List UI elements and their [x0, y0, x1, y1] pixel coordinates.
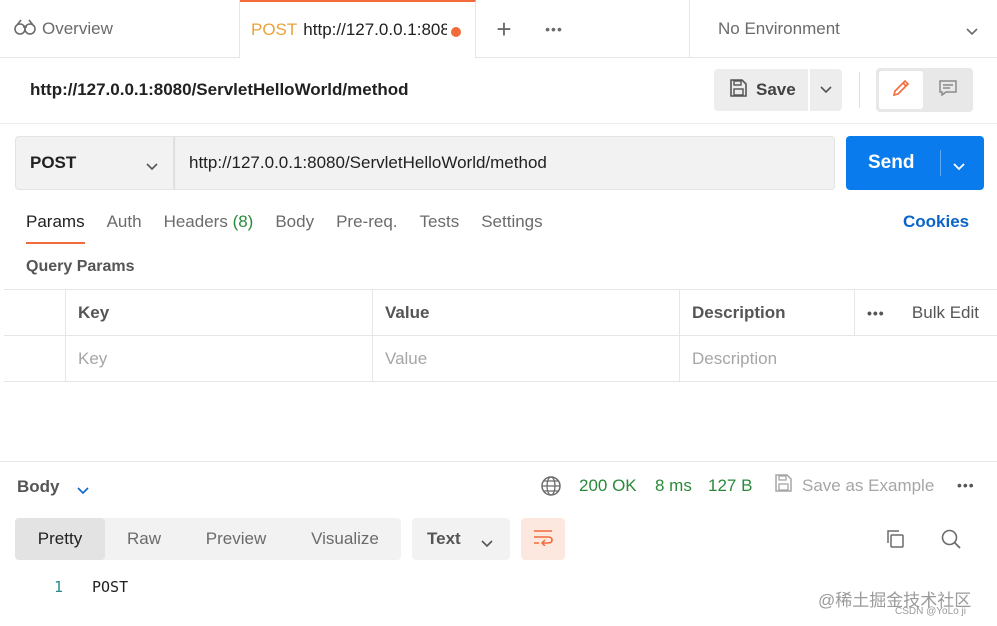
comment-mode-button[interactable] — [926, 71, 970, 109]
chevron-down-icon — [965, 22, 979, 42]
checkbox-column-header — [4, 290, 65, 336]
chevron-down-icon — [145, 157, 159, 177]
method-select[interactable]: POST — [15, 136, 174, 190]
tab-tests[interactable]: Tests — [420, 212, 460, 242]
wrap-lines-button[interactable] — [521, 518, 565, 560]
request-title[interactable]: http://127.0.0.1:8080/ServletHelloWorld/… — [30, 80, 409, 100]
url-input[interactable] — [174, 136, 835, 190]
save-label: Save — [756, 80, 796, 99]
copy-icon[interactable] — [884, 528, 906, 555]
bulk-edit-button[interactable]: Bulk Edit — [912, 303, 979, 323]
chevron-down-icon — [819, 80, 833, 100]
divider — [940, 150, 941, 176]
tab-body-label: Body — [275, 212, 315, 231]
view-raw[interactable]: Raw — [105, 518, 183, 560]
comment-icon — [938, 78, 958, 103]
view-pretty[interactable]: Pretty — [15, 518, 105, 560]
tab-url: http://127.0.0.1:8080/ServletHelloWorld/… — [303, 20, 448, 39]
status-code[interactable]: 200 OK — [579, 476, 637, 496]
tab-more-button[interactable]: ••• — [534, 12, 574, 46]
save-button[interactable]: Save — [714, 69, 808, 111]
mode-toggle — [876, 68, 973, 112]
tab-settings-label: Settings — [481, 212, 543, 231]
response-more-button[interactable]: ••• — [957, 477, 975, 493]
save-as-example-button[interactable]: Save as Example — [773, 473, 934, 498]
table-header-row: Key Value Description ••• Bulk Edit — [4, 290, 997, 336]
tab-settings[interactable]: Settings — [481, 212, 542, 242]
tab-headers-label: Headers — [163, 212, 228, 231]
divider — [859, 72, 860, 108]
row-checkbox-cell — [4, 336, 65, 382]
response-size[interactable]: 127 B — [708, 476, 752, 496]
environment-label: No Environment — [718, 19, 840, 38]
overview-icon — [14, 18, 42, 41]
save-as-example-label: Save as Example — [802, 475, 935, 495]
tab-request-active[interactable]: POST http://127.0.0.1:8080/ServletHelloW… — [240, 0, 476, 58]
line-number: 1 — [54, 578, 64, 596]
response-body-label[interactable]: Body — [17, 477, 60, 497]
cookies-link[interactable]: Cookies — [903, 212, 969, 232]
tab-auth[interactable]: Auth — [107, 212, 142, 242]
search-icon[interactable] — [940, 528, 962, 555]
tab-overview-label: Overview — [42, 19, 113, 38]
tab-tests-label: Tests — [419, 212, 460, 231]
tab-body[interactable]: Body — [275, 212, 314, 242]
environment-select[interactable]: No Environment — [689, 0, 997, 58]
query-params-title: Query Params — [26, 258, 135, 275]
tab-auth-label: Auth — [106, 212, 142, 231]
response-header: Body 200 OK 8 ms 127 B Save as Example •… — [0, 461, 997, 507]
code-line: POST — [92, 578, 129, 596]
tab-bar: Overview POST http://127.0.0.1:8080/Serv… — [0, 0, 997, 58]
tab-params[interactable]: Params — [26, 212, 85, 244]
value-input[interactable]: Value — [372, 336, 679, 382]
tab-pre-request-label: Pre-req. — [336, 212, 398, 231]
chevron-down-icon — [480, 534, 494, 554]
tab-overview[interactable]: Overview — [0, 0, 240, 58]
save-icon — [773, 473, 802, 498]
column-header-key: Key — [65, 290, 372, 336]
row-spacer — [854, 336, 997, 382]
response-view-tabs: Pretty Raw Preview Visualize — [15, 518, 401, 560]
column-header-description: Description — [679, 290, 854, 336]
description-input[interactable]: Description — [679, 336, 854, 382]
unsaved-dot-icon — [451, 27, 461, 37]
params-table: Key Value Description ••• Bulk Edit Key … — [4, 289, 997, 382]
wrap-lines-icon — [532, 528, 554, 551]
response-time[interactable]: 8 ms — [655, 476, 692, 496]
format-select[interactable]: Text — [412, 518, 510, 560]
chevron-down-icon[interactable] — [952, 156, 966, 178]
globe-icon[interactable] — [540, 475, 562, 502]
column-header-value: Value — [372, 290, 679, 336]
table-actions: ••• Bulk Edit — [854, 290, 997, 336]
tab-method: POST — [251, 20, 298, 39]
tab-pre-request[interactable]: Pre-req. — [336, 212, 397, 242]
edit-mode-button[interactable] — [879, 71, 923, 109]
chevron-down-icon[interactable] — [76, 481, 90, 501]
request-tabs: Params Auth Headers (8) Body Pre-req. Te… — [26, 212, 565, 244]
table-row: Key Value Description — [4, 336, 997, 382]
more-options-button[interactable]: ••• — [867, 305, 885, 321]
send-button[interactable]: Send — [846, 136, 984, 190]
pencil-icon — [891, 78, 911, 103]
key-input[interactable]: Key — [65, 336, 372, 382]
request-title-row: http://127.0.0.1:8080/ServletHelloWorld/… — [0, 58, 997, 124]
tab-headers[interactable]: Headers (8) — [164, 212, 254, 242]
save-icon — [728, 78, 756, 103]
watermark-caption: CSDN @YoLo ji — [895, 606, 966, 617]
send-label: Send — [868, 152, 915, 173]
view-visualize[interactable]: Visualize — [289, 518, 401, 560]
save-dropdown-button[interactable] — [810, 69, 842, 111]
headers-count: (8) — [232, 212, 254, 231]
format-label: Text — [427, 529, 461, 548]
method-label: POST — [30, 153, 77, 172]
view-preview[interactable]: Preview — [183, 518, 289, 560]
new-tab-button[interactable]: + — [484, 12, 524, 46]
tab-params-label: Params — [26, 212, 85, 231]
